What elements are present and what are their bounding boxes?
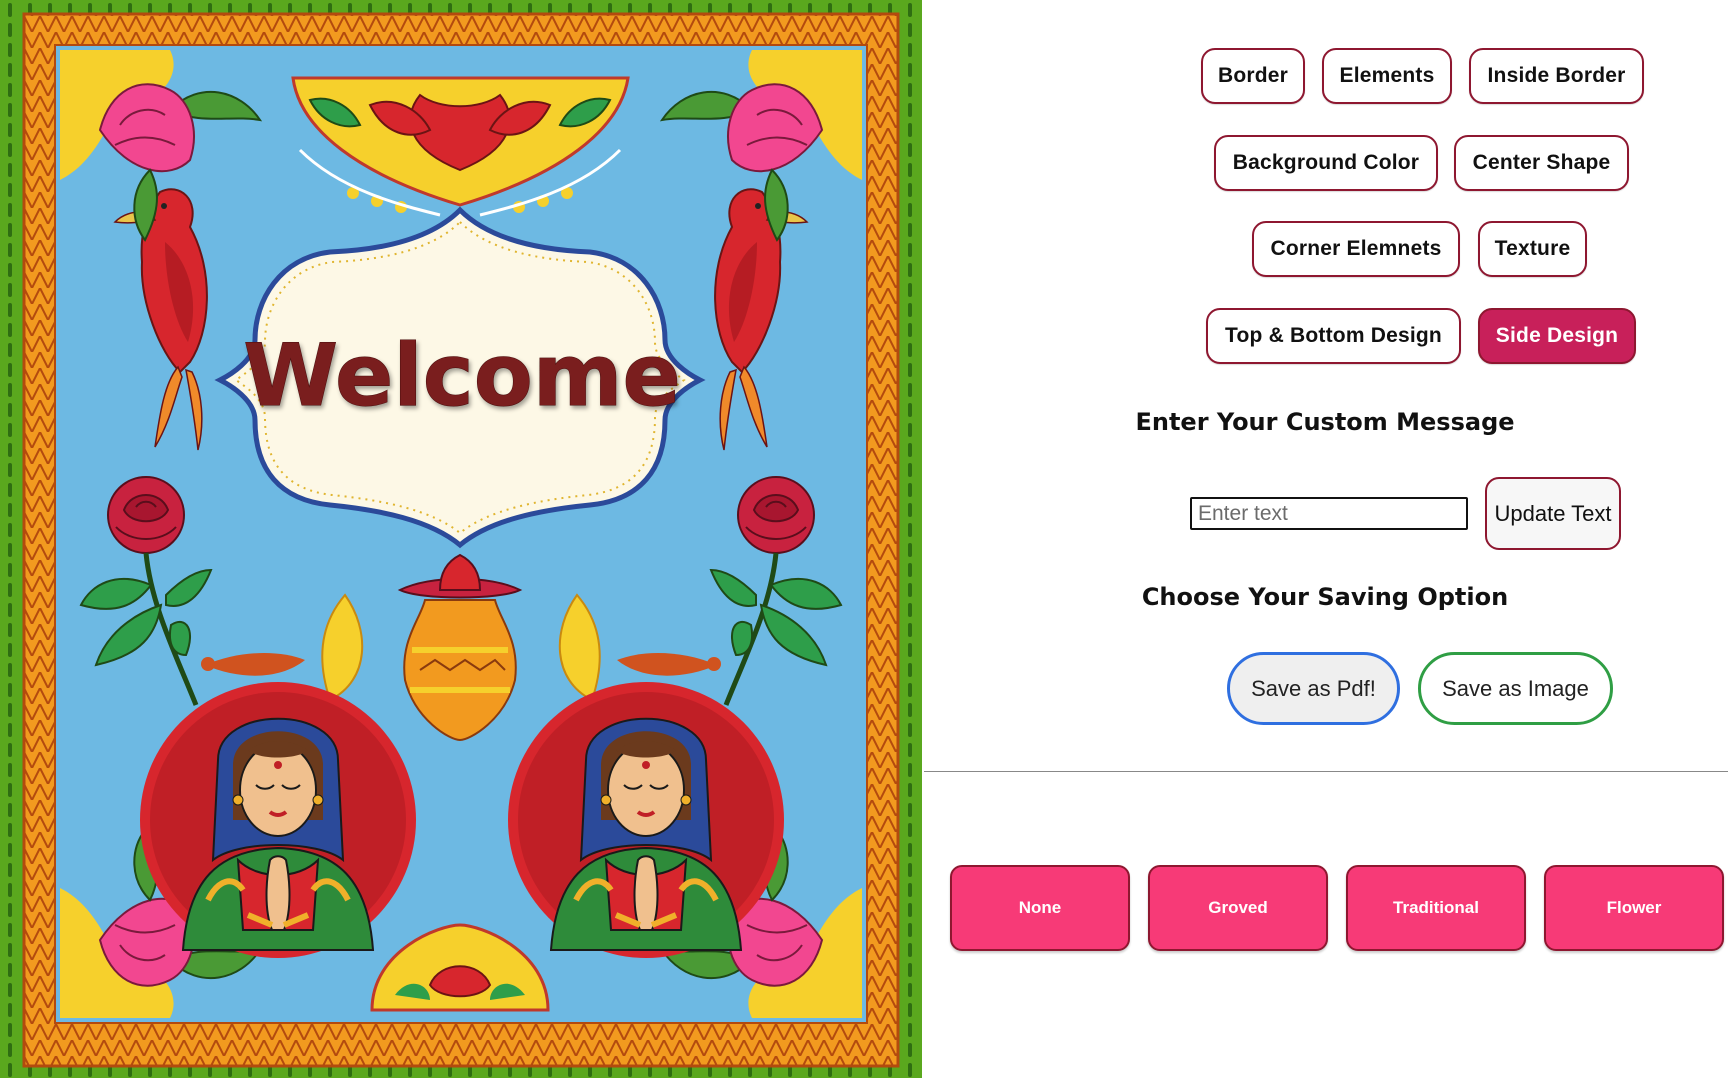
custom-message-heading: Enter Your Custom Message: [1135, 408, 1515, 436]
inside-border-button[interactable]: Inside Border: [1469, 48, 1644, 104]
elements-button[interactable]: Elements: [1322, 48, 1452, 104]
side-option-traditional[interactable]: Traditional: [1346, 865, 1526, 951]
update-text-button[interactable]: Update Text: [1485, 477, 1621, 550]
background-color-button[interactable]: Background Color: [1214, 135, 1438, 191]
section-divider: [924, 771, 1728, 772]
save-image-button[interactable]: Save as Image: [1418, 652, 1613, 725]
side-option-none[interactable]: None: [950, 865, 1130, 951]
saving-option-heading: Choose Your Saving Option: [1141, 583, 1509, 611]
message-text-input[interactable]: [1190, 497, 1468, 530]
card-message: Welcome: [243, 326, 681, 426]
top-bottom-design-button[interactable]: Top & Bottom Design: [1206, 308, 1461, 364]
save-pdf-button[interactable]: Save as Pdf!: [1227, 652, 1400, 725]
card-artwork: Welcome: [0, 0, 922, 1078]
editor-panel: Border Elements Inside Border Background…: [922, 0, 1728, 1081]
corner-elements-button[interactable]: Corner Elemnets: [1252, 221, 1460, 277]
side-design-button[interactable]: Side Design: [1478, 308, 1636, 364]
border-button[interactable]: Border: [1201, 48, 1305, 104]
texture-button[interactable]: Texture: [1478, 221, 1587, 277]
side-option-flower[interactable]: Flower: [1544, 865, 1724, 951]
greeting-card-preview: Welcome: [0, 0, 922, 1078]
side-option-groved[interactable]: Groved: [1148, 865, 1328, 951]
center-shape-button[interactable]: Center Shape: [1454, 135, 1629, 191]
